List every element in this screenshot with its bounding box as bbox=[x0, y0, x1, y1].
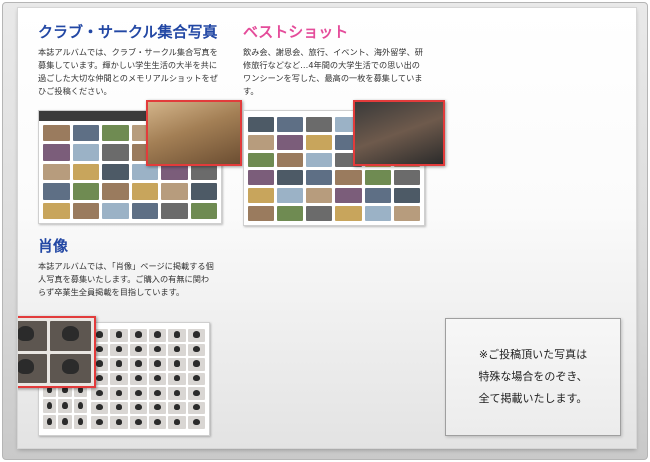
best-section: ベストショット 飲み会、謝恩会、旅行、イベント、海外留学、研修旅行などなど…4年… bbox=[243, 22, 428, 98]
portrait-description: 本誌アルバムでは、「肖像」ページに掲載する個人写真を募集いたします。ご購入の有無… bbox=[38, 261, 214, 297]
best-description: 飲み会、謝恩会、旅行、イベント、海外留学、研修旅行などなど…4年間の大学生活での… bbox=[243, 47, 423, 96]
notice-box: ※ご投稿頂いた写真は 特殊な場合をのぞき、 全て掲載いたします。 bbox=[445, 318, 621, 436]
portrait-featured-photos bbox=[18, 316, 96, 388]
notice-line-3: 全て掲載いたします。 bbox=[478, 392, 588, 405]
notice-line-2: 特殊な場合をのぞき、 bbox=[478, 370, 588, 383]
portrait-title: 肖像 bbox=[38, 237, 69, 255]
club-description: 本誌アルバムでは、クラブ・サークル集合写真を募集しています。輝かしい学生生活の大… bbox=[38, 47, 218, 96]
club-featured-photo bbox=[146, 100, 242, 166]
content-panel: クラブ・サークル集合写真 本誌アルバムでは、クラブ・サークル集合写真を募集してい… bbox=[18, 8, 636, 448]
notice-line-1: ※ご投稿頂いた写真は bbox=[478, 348, 588, 361]
club-title: クラブ・サークル集合写真 bbox=[38, 23, 218, 41]
notice-text: ※ご投稿頂いた写真は 特殊な場合をのぞき、 全て掲載いたします。 bbox=[478, 344, 587, 410]
best-title: ベストショット bbox=[243, 23, 349, 41]
portrait-section: 肖像 本誌アルバムでは、「肖像」ページに掲載する個人写真を募集いたします。ご購入… bbox=[38, 236, 216, 299]
club-section: クラブ・サークル集合写真 本誌アルバムでは、クラブ・サークル集合写真を募集してい… bbox=[38, 22, 223, 98]
best-featured-photo bbox=[353, 100, 445, 166]
